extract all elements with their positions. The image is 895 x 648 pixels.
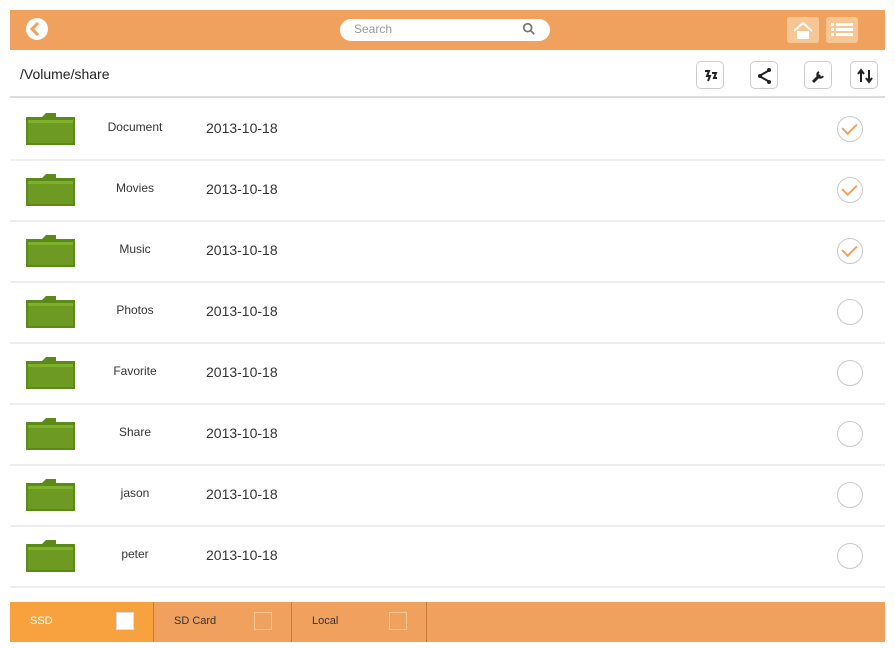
select-checkbox[interactable] (837, 238, 863, 264)
list-item[interactable]: Share 2013-10-18 (10, 405, 885, 466)
folder-icon (26, 418, 75, 450)
folder-icon (26, 296, 75, 328)
tab-label: SSD (30, 615, 53, 627)
file-date: 2013-10-18 (206, 547, 278, 563)
file-date: 2013-10-18 (206, 242, 278, 258)
list-item[interactable]: peter 2013-10-18 (10, 527, 885, 588)
list-item[interactable]: jason 2013-10-18 (10, 466, 885, 527)
list-item[interactable]: Document 2013-10-18 (10, 100, 885, 161)
file-name: Photos (116, 303, 154, 317)
file-date: 2013-10-18 (206, 120, 278, 136)
select-checkbox[interactable] (837, 543, 863, 569)
select-checkbox[interactable] (837, 299, 863, 325)
file-name: Favorite (113, 364, 157, 378)
folder-icon (26, 357, 75, 389)
file-date: 2013-10-18 (206, 181, 278, 197)
folder-icon (26, 479, 75, 511)
list-item[interactable]: Movies 2013-10-18 (10, 161, 885, 222)
file-date: 2013-10-18 (206, 364, 278, 380)
sort-button[interactable] (850, 61, 878, 89)
path-toolbar: /Volume/share (10, 56, 885, 98)
top-bar: Search (10, 10, 885, 50)
file-date: 2013-10-18 (206, 425, 278, 441)
file-name: Movies (115, 181, 154, 195)
share-icon (758, 68, 771, 84)
list-item[interactable]: Music 2013-10-18 (10, 222, 885, 283)
back-icon[interactable] (26, 18, 48, 40)
list-item[interactable]: Favorite 2013-10-18 (10, 344, 885, 405)
folder-icon (26, 540, 75, 572)
file-date: 2013-10-18 (206, 486, 278, 502)
home-icon[interactable] (786, 16, 820, 44)
refresh-icon (705, 70, 718, 82)
phone-icon (389, 612, 407, 630)
sort-icon (857, 68, 873, 84)
file-name: jason (120, 486, 150, 500)
wrench-icon (811, 71, 824, 84)
select-checkbox[interactable] (837, 360, 863, 386)
file-name: Document (107, 120, 163, 134)
tab-label: SD Card (174, 615, 217, 627)
folder-icon (26, 113, 75, 145)
file-list: Document 2013-10-18 Movies 2013-10-18 Mu… (10, 100, 885, 588)
tab-label: Local (312, 615, 339, 627)
select-checkbox[interactable] (837, 116, 863, 142)
file-name: Share (118, 425, 152, 439)
folder-icon (26, 174, 75, 206)
list-item[interactable]: Photos 2013-10-18 (10, 283, 885, 344)
sd-card-icon (254, 612, 272, 630)
select-checkbox[interactable] (837, 482, 863, 508)
search-icon[interactable] (522, 22, 536, 36)
ssd-icon (116, 612, 134, 630)
file-name: Music (119, 242, 151, 256)
file-name: peter (121, 547, 149, 561)
folder-icon (26, 235, 75, 267)
search-input[interactable]: Search (354, 22, 392, 36)
file-date: 2013-10-18 (206, 303, 278, 319)
share-button[interactable] (750, 61, 778, 89)
breadcrumb: /Volume/share (20, 66, 110, 82)
tab-local[interactable]: Local (292, 602, 427, 642)
select-checkbox[interactable] (837, 421, 863, 447)
storage-tab-bar: SSD SD Card Local (10, 602, 885, 642)
menu-icon[interactable] (825, 16, 859, 44)
tools-button[interactable] (804, 61, 832, 89)
refresh-button[interactable] (696, 61, 724, 89)
tab-ssd[interactable]: SSD (10, 602, 154, 642)
select-checkbox[interactable] (837, 177, 863, 203)
tab-sd-card[interactable]: SD Card (154, 602, 292, 642)
search-box[interactable]: Search (340, 19, 550, 41)
